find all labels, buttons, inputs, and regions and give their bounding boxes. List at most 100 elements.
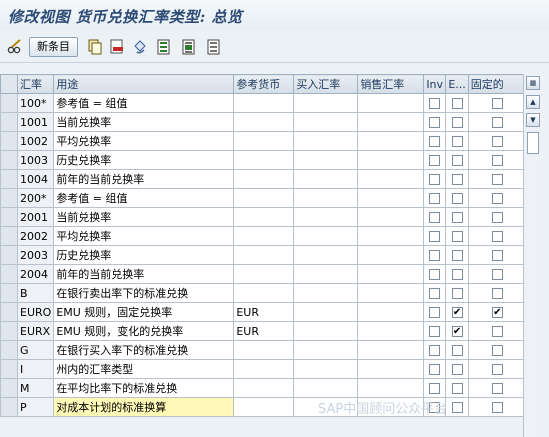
fixed-checkbox[interactable] — [491, 136, 503, 147]
e-checkbox[interactable] — [451, 98, 463, 109]
sell-rate-cell[interactable] — [357, 359, 425, 379]
row-selector[interactable] — [0, 150, 18, 170]
usage-cell[interactable]: 在银行卖出率下的标准兑换 — [53, 283, 235, 303]
sell-rate-cell[interactable] — [357, 169, 425, 189]
sell-rate-cell[interactable] — [357, 188, 425, 208]
buy-rate-cell[interactable] — [293, 207, 359, 227]
rate-type-cell[interactable]: 1002 — [16, 131, 55, 151]
usage-cell[interactable]: 在平均比率下的标准兑换 — [53, 378, 235, 398]
buy-rate-cell[interactable] — [293, 321, 359, 341]
fixed-checkbox[interactable] — [491, 326, 503, 337]
usage-cell[interactable]: 当前兑换率 — [53, 207, 235, 227]
ref-currency-cell[interactable] — [233, 207, 295, 227]
row-selector[interactable] — [0, 131, 18, 151]
fixed-checkbox[interactable] — [491, 345, 503, 356]
inv-checkbox[interactable] — [429, 136, 441, 147]
fixed-checkbox[interactable] — [491, 383, 503, 394]
table-row[interactable]: 1004 前年的当前兑换率 — [0, 169, 527, 189]
usage-cell[interactable]: EMU 规则，变化的兑换率 — [53, 321, 235, 341]
fixed-checkbox[interactable] — [491, 288, 503, 299]
ref-currency-cell[interactable] — [233, 283, 295, 303]
ref-currency-cell[interactable] — [233, 131, 295, 151]
row-selector[interactable] — [0, 321, 18, 341]
inv-checkbox[interactable] — [429, 193, 441, 204]
sell-rate-cell[interactable] — [357, 245, 425, 265]
table-row[interactable]: 2001 当前兑换率 — [0, 207, 527, 227]
table-row[interactable]: 1003 历史兑换率 — [0, 150, 527, 170]
e-checkbox[interactable] — [451, 212, 463, 223]
buy-rate-cell[interactable] — [293, 131, 359, 151]
ref-currency-cell[interactable]: EUR — [233, 321, 295, 341]
inv-checkbox[interactable] — [429, 98, 441, 109]
e-checkbox[interactable]: ✔ — [451, 307, 463, 318]
ref-currency-cell[interactable] — [233, 359, 295, 379]
table-row[interactable]: 200* 参考值 = 组值 — [0, 188, 527, 208]
row-selector[interactable] — [0, 378, 18, 398]
sell-rate-cell[interactable] — [357, 150, 425, 170]
inv-checkbox[interactable] — [429, 250, 441, 261]
fixed-checkbox[interactable] — [491, 212, 503, 223]
rate-type-cell[interactable]: 100* — [16, 93, 55, 113]
e-checkbox[interactable] — [451, 250, 463, 261]
select-block-icon[interactable] — [180, 38, 198, 56]
fixed-checkbox[interactable] — [491, 117, 503, 128]
fixed-checkbox[interactable] — [491, 364, 503, 375]
ref-currency-cell[interactable] — [233, 245, 295, 265]
header-ref-currency[interactable]: 参考货币 — [233, 74, 295, 94]
table-row[interactable]: 2004 前年的当前兑换率 — [0, 264, 527, 284]
buy-rate-cell[interactable] — [293, 188, 359, 208]
e-checkbox[interactable] — [451, 193, 463, 204]
column-settings-icon[interactable]: ▦ — [526, 76, 540, 90]
inv-checkbox[interactable] — [429, 345, 441, 356]
header-buy-rate[interactable]: 买入汇率 — [293, 74, 359, 94]
row-selector[interactable] — [0, 359, 18, 379]
usage-cell[interactable]: 对成本计划的标准换算 — [53, 397, 235, 417]
usage-cell[interactable]: 州内的汇率类型 — [53, 359, 235, 379]
sell-rate-cell[interactable] — [357, 93, 425, 113]
select-all-icon[interactable] — [155, 38, 173, 56]
table-row[interactable]: 1002 平均兑换率 — [0, 131, 527, 151]
row-selector[interactable] — [0, 93, 18, 113]
header-inv[interactable]: Inv — [423, 74, 447, 94]
e-checkbox[interactable] — [451, 288, 463, 299]
table-row[interactable]: I 州内的汇率类型 — [0, 359, 527, 379]
sell-rate-cell[interactable] — [357, 226, 425, 246]
table-row[interactable]: 100* 参考值 = 组值 — [0, 93, 527, 113]
fixed-checkbox[interactable] — [491, 269, 503, 280]
sell-rate-cell[interactable] — [357, 302, 425, 322]
fixed-checkbox[interactable] — [491, 231, 503, 242]
ref-currency-cell[interactable] — [233, 340, 295, 360]
buy-rate-cell[interactable] — [293, 378, 359, 398]
usage-cell[interactable]: 参考值 = 组值 — [53, 93, 235, 113]
sell-rate-cell[interactable] — [357, 340, 425, 360]
inv-checkbox[interactable] — [429, 307, 441, 318]
header-usage[interactable]: 用途 — [53, 74, 235, 94]
row-selector[interactable] — [0, 245, 18, 265]
buy-rate-cell[interactable] — [293, 112, 359, 132]
usage-cell[interactable]: 历史兑换率 — [53, 245, 235, 265]
buy-rate-cell[interactable] — [293, 264, 359, 284]
ref-currency-cell[interactable] — [233, 188, 295, 208]
rate-type-cell[interactable]: 1001 — [16, 112, 55, 132]
rate-type-cell[interactable]: EURO — [16, 302, 55, 322]
table-row[interactable]: 2003 历史兑换率 — [0, 245, 527, 265]
ref-currency-cell[interactable] — [233, 150, 295, 170]
buy-rate-cell[interactable] — [293, 283, 359, 303]
inv-checkbox[interactable] — [429, 174, 441, 185]
rate-type-cell[interactable]: 1003 — [16, 150, 55, 170]
ref-currency-cell[interactable]: EUR — [233, 302, 295, 322]
fixed-checkbox[interactable] — [491, 98, 503, 109]
ref-currency-cell[interactable] — [233, 112, 295, 132]
buy-rate-cell[interactable] — [293, 226, 359, 246]
row-selector[interactable] — [0, 188, 18, 208]
header-rate-type[interactable]: 汇率 — [16, 74, 55, 94]
sell-rate-cell[interactable] — [357, 264, 425, 284]
fixed-checkbox[interactable] — [491, 250, 503, 261]
vertical-scrollbar[interactable]: ▦ ▲ ▼ — [523, 74, 543, 437]
row-selector[interactable] — [0, 302, 18, 322]
row-selector[interactable] — [0, 397, 18, 417]
copy-icon[interactable] — [86, 38, 104, 56]
rate-type-cell[interactable]: 1004 — [16, 169, 55, 189]
table-row[interactable]: EURX EMU 规则，变化的兑换率 EUR ✔ — [0, 321, 527, 341]
sell-rate-cell[interactable] — [357, 131, 425, 151]
